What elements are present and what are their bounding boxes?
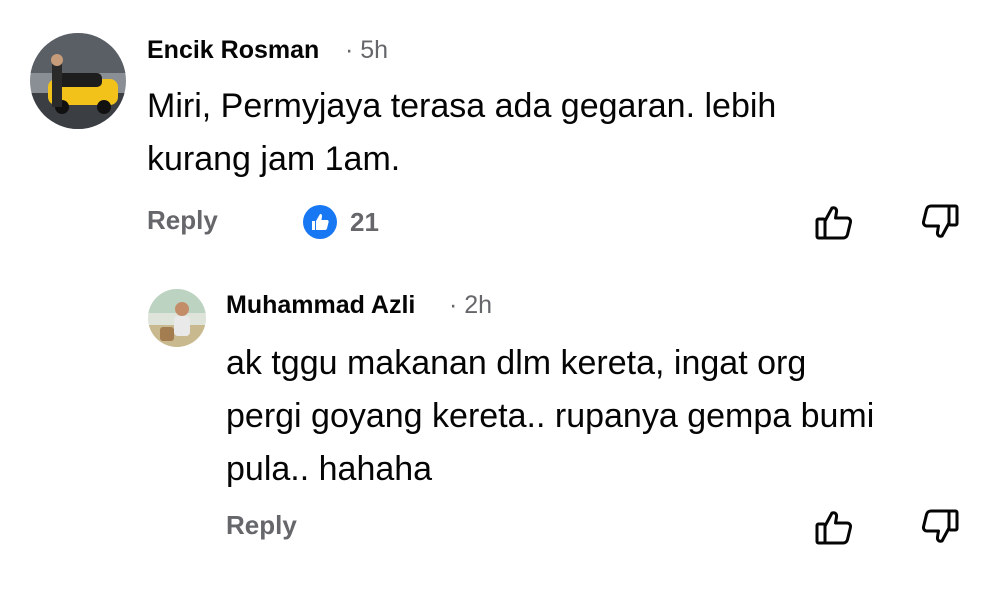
comment-timestamp[interactable]: · 2h	[449, 291, 492, 320]
comment-text-line: kurang jam 1am.	[147, 140, 401, 178]
reaction-count[interactable]: 21	[350, 207, 379, 238]
comment-text-line: pula.. hahaha	[226, 450, 433, 488]
comment-author[interactable]: Encik Rosman	[147, 36, 319, 65]
comment-timestamp[interactable]: · 5h	[345, 36, 388, 65]
reply-button[interactable]: Reply	[147, 205, 218, 236]
reply-button[interactable]: Reply	[226, 510, 297, 541]
downvote-icon[interactable]	[918, 505, 962, 549]
comment-text-line: Miri, Permyjaya terasa ada gegaran. lebi…	[147, 87, 777, 125]
avatar-encik-rosman[interactable]	[30, 33, 126, 129]
downvote-icon[interactable]	[918, 200, 962, 244]
avatar-muhammad-azli[interactable]	[148, 289, 206, 347]
upvote-icon[interactable]	[812, 505, 856, 549]
comment-text-line: ak tggu makanan dlm kereta, ingat org	[226, 344, 807, 382]
upvote-icon[interactable]	[812, 200, 856, 244]
like-icon[interactable]	[303, 205, 337, 239]
comment-text: ak tggu makanan dlm kereta, ingat org pe…	[226, 337, 874, 496]
comment-author[interactable]: Muhammad Azli	[226, 291, 415, 320]
comment-text: Miri, Permyjaya terasa ada gegaran. lebi…	[147, 80, 776, 186]
comment-text-line: pergi goyang kereta.. rupanya gempa bumi	[226, 397, 875, 435]
